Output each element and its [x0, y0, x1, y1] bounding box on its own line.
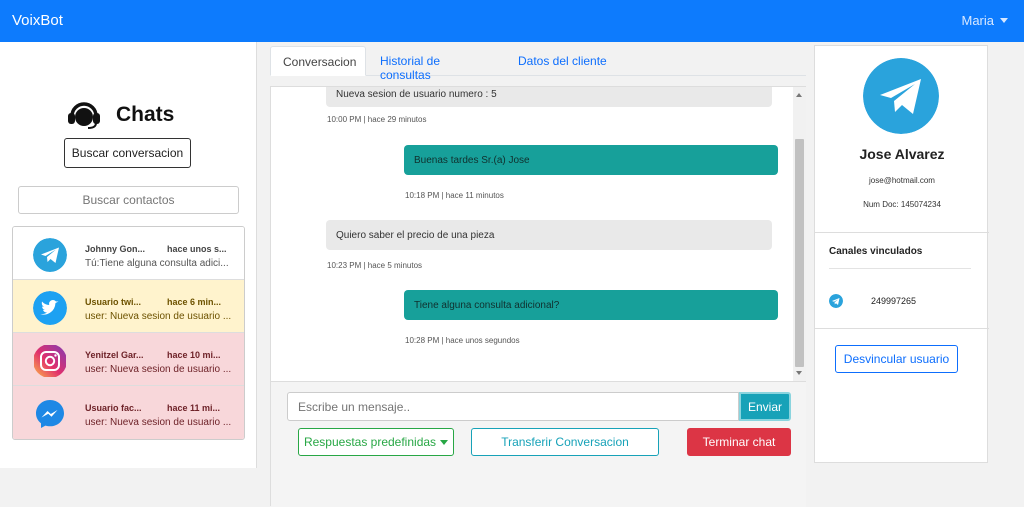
tab-datos-cliente[interactable]: Datos del cliente: [506, 46, 626, 76]
headset-icon: [68, 102, 100, 129]
chats-header: Chats: [66, 100, 174, 130]
chat-item-time: hace 10 mi...: [167, 350, 221, 360]
client-name: Jose Alvarez: [859, 146, 945, 162]
chat-item-preview: user: Nueva sesion de usuario ...: [85, 417, 232, 428]
chat-item-name: Johnny Gon...: [85, 244, 145, 254]
message-scrollbar[interactable]: [793, 87, 806, 381]
contact-search-input[interactable]: [18, 186, 239, 214]
chat-item-twitter[interactable]: Usuario twi... hace 6 min... user: Nueva…: [13, 280, 244, 333]
chat-item-time: hace unos s...: [167, 244, 227, 254]
chat-item-telegram[interactable]: Johnny Gon... hace unos s... Tú:Tiene al…: [13, 227, 244, 280]
linked-channels-title: Canales vinculados: [829, 246, 923, 257]
chat-sidebar: Chats Buscar conversacion Johnny Gon... …: [0, 42, 257, 468]
messenger-icon: [36, 400, 64, 428]
client-info-panel: Jose Alvarez jose@hotmail.com Num Doc: 1…: [814, 45, 989, 463]
app-brand[interactable]: VoixBot: [12, 12, 63, 29]
tab-bar: Conversacion Historial de consultas Dato…: [270, 46, 806, 82]
search-conversation-button[interactable]: Buscar conversacion: [64, 138, 191, 168]
user-name[interactable]: Maria: [961, 13, 994, 28]
conversation-panel: Conversacion Historial de consultas Dato…: [258, 42, 812, 507]
twitter-icon: [33, 291, 67, 325]
linked-channel-id: 249997265: [871, 296, 917, 306]
divider: [815, 328, 989, 329]
client-email: jose@hotmail.com: [869, 176, 935, 185]
message-meta: 10:00 PM | hace 29 minutos: [327, 115, 427, 124]
message-bubble: Tiene alguna consulta adicional?: [404, 290, 778, 320]
message-meta: 10:23 PM | hace 5 minutos: [327, 261, 423, 270]
predefined-replies-label: Respuestas predefinidas: [303, 435, 437, 449]
tab-conversacion[interactable]: Conversacion: [270, 46, 366, 76]
message-bubble: Buenas tardes Sr.(a) Jose: [404, 145, 778, 175]
telegram-icon: [33, 238, 67, 272]
chat-item-preview: Tú:Tiene alguna consulta adici...: [85, 258, 229, 269]
top-navbar: VoixBot Maria: [0, 0, 1024, 42]
chat-item-name: Usuario twi...: [85, 297, 142, 307]
caret-down-icon[interactable]: [1000, 18, 1008, 23]
chat-item-messenger[interactable]: Usuario fac... hace 11 mi... user: Nueva…: [13, 386, 244, 439]
message-bubble: Quiero saber el precio de una pieza: [326, 220, 772, 250]
chat-box: Nueva sesion de usuario numero : 5 10:00…: [270, 86, 806, 507]
chat-item-name: Usuario fac...: [85, 403, 142, 413]
scroll-thumb[interactable]: [795, 139, 804, 367]
scroll-up-icon[interactable]: [796, 93, 802, 97]
chat-item-name: Yenitzel Gar...: [85, 350, 144, 360]
chat-item-preview: user: Nueva sesion de usuario ...: [85, 364, 232, 375]
send-button[interactable]: Enviar: [739, 392, 791, 421]
message-list: Nueva sesion de usuario numero : 5 10:00…: [271, 87, 793, 381]
end-chat-button[interactable]: Terminar chat: [687, 428, 791, 456]
chat-item-preview: user: Nueva sesion de usuario ...: [85, 311, 232, 322]
telegram-icon: [863, 58, 939, 134]
chat-item-instagram[interactable]: Yenitzel Gar... hace 10 mi... user: Nuev…: [13, 333, 244, 386]
tab-historial[interactable]: Historial de consultas: [368, 46, 506, 82]
caret-down-icon: [440, 439, 449, 445]
divider: [815, 232, 989, 233]
divider: [829, 268, 971, 269]
chat-list: Johnny Gon... hace unos s... Tú:Tiene al…: [12, 226, 245, 440]
client-doc-number: Num Doc: 145074234: [863, 200, 941, 209]
scroll-down-icon[interactable]: [796, 371, 802, 375]
message-meta: 10:18 PM | hace 11 minutos: [405, 191, 504, 200]
message-bubble: Nueva sesion de usuario numero : 5: [326, 87, 772, 107]
chats-title: Chats: [116, 103, 175, 126]
chat-item-time: hace 11 mi...: [167, 403, 221, 413]
predefined-replies-button[interactable]: Respuestas predefinidas: [298, 428, 454, 456]
instagram-icon: [34, 345, 66, 377]
unlink-user-button[interactable]: Desvincular usuario: [835, 345, 958, 373]
transfer-conversation-button[interactable]: Transferir Conversacion: [471, 428, 659, 456]
message-composer: Enviar Respuestas predefinidas Transferi…: [271, 381, 806, 507]
chat-item-time: hace 6 min...: [167, 297, 222, 307]
message-meta: 10:28 PM | hace unos segundos: [405, 336, 520, 345]
telegram-icon: [829, 294, 843, 308]
user-menu[interactable]: Maria: [961, 13, 1008, 28]
message-input[interactable]: [287, 392, 739, 421]
